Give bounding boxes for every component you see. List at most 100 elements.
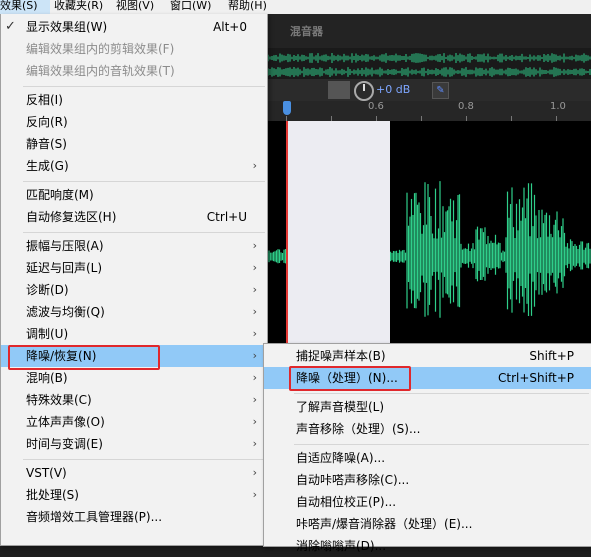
menu-item-label: 捕捉噪声样本(B) (296, 349, 386, 363)
menu-item-label: 自动相位校正(P)... (296, 495, 397, 509)
menu-item-label: 特殊效果(C) (26, 393, 92, 407)
menu-item-label: 延迟与回声(L) (26, 261, 103, 275)
menu-item-show-effects-rack[interactable]: ✓ 显示效果组(W) Alt+0 (1, 16, 267, 38)
menu-item-shortcut: Ctrl+U (206, 210, 247, 224)
menu-item-label: 自动咔嗒声移除(C)... (296, 473, 410, 487)
volume-knob[interactable] (354, 81, 374, 101)
menu-divider (23, 232, 265, 233)
menu-divider (23, 459, 265, 460)
menu-divider (294, 444, 589, 445)
editor-panel-header: 混音器 (266, 14, 591, 48)
volume-readout[interactable]: +0 dB (376, 83, 410, 96)
menu-item-label: 降噪/恢复(N) (26, 349, 97, 363)
menu-item-edit-track-effects: 编辑效果组内的音轨效果(T) (1, 60, 267, 82)
chevron-right-icon: › (252, 466, 257, 479)
menu-item-diagnostics[interactable]: 诊断(D) › (1, 279, 267, 301)
menu-item-auto-heal[interactable]: 自动修复选区(H) Ctrl+U (1, 206, 267, 228)
chevron-right-icon: › (252, 415, 257, 428)
menu-item-match-loudness[interactable]: 匹配响度(M) (1, 184, 267, 206)
menu-item-batch[interactable]: 批处理(S) › (1, 484, 267, 506)
menu-item-label: 滤波与均衡(Q) (26, 305, 105, 319)
menu-item-reverb[interactable]: 混响(B) › (1, 367, 267, 389)
ruler-label: 1.0 (550, 101, 566, 112)
menu-item-generate[interactable]: 生成(G) › (1, 155, 267, 177)
menu-item-label: 显示效果组(W) (26, 20, 108, 34)
chevron-right-icon: › (252, 488, 257, 501)
ruler-label: 0.8 (458, 101, 474, 112)
menu-item-adaptive-noise-reduction[interactable]: 自适应降噪(A)... (264, 447, 591, 469)
menu-item-label: 生成(G) (26, 159, 69, 173)
playhead-icon[interactable] (283, 101, 291, 115)
menu-item-label: 声音移除（处理）(S)... (296, 422, 421, 436)
editor-toolbar: +0 dB ✎ (266, 79, 591, 101)
menu-item-delay-echo[interactable]: 延迟与回声(L) › (1, 257, 267, 279)
menu-item-learn-sound-model[interactable]: 了解声音模型(L) (264, 396, 591, 418)
menu-item-special[interactable]: 特殊效果(C) › (1, 389, 267, 411)
menu-view[interactable]: 视图(V) (116, 0, 154, 14)
menu-help[interactable]: 帮助(H) (228, 0, 267, 14)
checkmark-icon: ✓ (5, 19, 16, 34)
chevron-right-icon: › (252, 393, 257, 406)
menu-item-shortcut: Alt+0 (213, 20, 247, 34)
menu-item-label: 反相(I) (26, 93, 63, 107)
pin-icon[interactable]: ✎ (432, 82, 449, 99)
chevron-right-icon: › (252, 159, 257, 172)
menu-item-auto-phase-correction[interactable]: 自动相位校正(P)... (264, 491, 591, 513)
menu-item-label: 静音(S) (26, 137, 67, 151)
menu-item-label: 调制(U) (26, 327, 69, 341)
menu-divider (23, 86, 265, 87)
chevron-right-icon: › (252, 305, 257, 318)
menu-item-label: 立体声声像(O) (26, 415, 105, 429)
menu-item-filter-eq[interactable]: 滤波与均衡(Q) › (1, 301, 267, 323)
mixer-tab[interactable]: 混音器 (290, 23, 323, 39)
menu-item-label: 反向(R) (26, 115, 68, 129)
menu-favorites[interactable]: 收藏夹(R) (54, 0, 103, 14)
menu-effects[interactable]: 效果(S) (0, 0, 50, 14)
menu-divider (294, 393, 589, 394)
menu-window[interactable]: 窗口(W) (170, 0, 211, 14)
menu-item-modulation[interactable]: 调制(U) › (1, 323, 267, 345)
menu-item-shortcut: Ctrl+Shift+P (498, 371, 574, 385)
menu-item-stereo-imagery[interactable]: 立体声声像(O) › (1, 411, 267, 433)
chevron-right-icon: › (252, 327, 257, 340)
menu-item-noise-reduction[interactable]: 降噪/恢复(N) › (1, 345, 267, 367)
menu-item-label: 自适应降噪(A)... (296, 451, 386, 465)
menu-item-label: 咔嗒声/爆音消除器（处理）(E)... (296, 517, 473, 531)
chevron-right-icon: › (252, 261, 257, 274)
menu-item-label: 混响(B) (26, 371, 68, 385)
chevron-right-icon: › (252, 283, 257, 296)
menu-item-label: 诊断(D) (26, 283, 69, 297)
menu-item-sound-remover[interactable]: 声音移除（处理）(S)... (264, 418, 591, 440)
menu-item-label: 自动修复选区(H) (26, 210, 117, 224)
menu-item-plugin-manager[interactable]: 音频增效工具管理器(P)... (1, 506, 267, 528)
menu-item-label: 时间与变调(E) (26, 437, 103, 451)
menu-item-click-pop-eliminator[interactable]: 咔嗒声/爆音消除器（处理）(E)... (264, 513, 591, 535)
menu-item-label: 振幅与压限(A) (26, 239, 104, 253)
menu-item-reverse[interactable]: 反向(R) (1, 111, 267, 133)
menu-item-label: VST(V) (26, 466, 67, 480)
level-meter-icon (328, 81, 350, 99)
menu-item-vst[interactable]: VST(V) › (1, 462, 267, 484)
menu-item-label: 编辑效果组内的剪辑效果(F) (26, 42, 175, 56)
menu-item-noise-reduction-process[interactable]: 降噪（处理）(N)... Ctrl+Shift+P (264, 367, 591, 389)
effects-menu: ✓ 显示效果组(W) Alt+0 编辑效果组内的剪辑效果(F) 编辑效果组内的音… (0, 14, 268, 546)
chevron-right-icon: › (252, 349, 257, 362)
time-ruler[interactable]: 0.6 0.8 1.0 (266, 101, 591, 121)
menu-item-label: 了解声音模型(L) (296, 400, 385, 414)
menu-item-silence[interactable]: 静音(S) (1, 133, 267, 155)
menu-item-auto-click-remover[interactable]: 自动咔嗒声移除(C)... (264, 469, 591, 491)
menu-item-edit-clip-effects: 编辑效果组内的剪辑效果(F) (1, 38, 267, 60)
menu-item-time-pitch[interactable]: 时间与变调(E) › (1, 433, 267, 455)
menu-item-capture-noise-print[interactable]: 捕捉噪声样本(B) Shift+P (264, 345, 591, 367)
menu-item-label: 匹配响度(M) (26, 188, 94, 202)
noise-reduction-submenu: 捕捉噪声样本(B) Shift+P 降噪（处理）(N)... Ctrl+Shif… (263, 343, 591, 553)
menu-divider (23, 181, 265, 182)
menu-item-label: 音频增效工具管理器(P)... (26, 510, 163, 524)
menu-item-invert[interactable]: 反相(I) (1, 89, 267, 111)
menu-item-label: 降噪（处理）(N)... (296, 371, 398, 385)
menu-item-dehummer[interactable]: 消除嗡嗡声(D)... (264, 535, 591, 557)
chevron-right-icon: › (252, 239, 257, 252)
chevron-right-icon: › (252, 371, 257, 384)
menu-item-amplitude[interactable]: 振幅与压限(A) › (1, 235, 267, 257)
menu-item-label: 编辑效果组内的音轨效果(T) (26, 64, 175, 78)
